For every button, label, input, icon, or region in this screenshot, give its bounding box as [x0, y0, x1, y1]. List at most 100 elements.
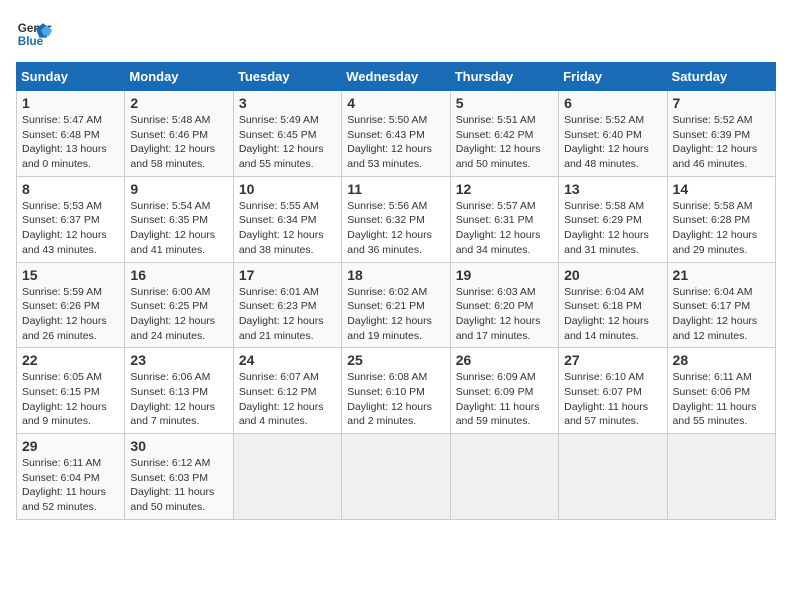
calendar-cell [450, 434, 558, 520]
day-info: Sunrise: 5:58 AM Sunset: 6:29 PM Dayligh… [564, 199, 661, 258]
calendar-cell: 18 Sunrise: 6:02 AM Sunset: 6:21 PM Dayli… [342, 262, 450, 348]
day-number: 27 [564, 352, 661, 368]
day-info: Sunrise: 5:51 AM Sunset: 6:42 PM Dayligh… [456, 113, 553, 172]
column-header-sunday: Sunday [17, 63, 125, 91]
calendar-cell [342, 434, 450, 520]
calendar-week-2: 8 Sunrise: 5:53 AM Sunset: 6:37 PM Daylig… [17, 176, 776, 262]
day-info: Sunrise: 6:11 AM Sunset: 6:06 PM Dayligh… [673, 370, 770, 429]
calendar-cell: 3 Sunrise: 5:49 AM Sunset: 6:45 PM Daylig… [233, 91, 341, 177]
day-number: 2 [130, 95, 227, 111]
day-number: 18 [347, 267, 444, 283]
day-number: 28 [673, 352, 770, 368]
calendar-cell: 13 Sunrise: 5:58 AM Sunset: 6:29 PM Dayli… [559, 176, 667, 262]
calendar-cell: 19 Sunrise: 6:03 AM Sunset: 6:20 PM Dayli… [450, 262, 558, 348]
day-info: Sunrise: 5:55 AM Sunset: 6:34 PM Dayligh… [239, 199, 336, 258]
day-number: 21 [673, 267, 770, 283]
day-info: Sunrise: 6:03 AM Sunset: 6:20 PM Dayligh… [456, 285, 553, 344]
calendar-cell [667, 434, 775, 520]
calendar-table: SundayMondayTuesdayWednesdayThursdayFrid… [16, 62, 776, 520]
day-number: 24 [239, 352, 336, 368]
day-info: Sunrise: 5:58 AM Sunset: 6:28 PM Dayligh… [673, 199, 770, 258]
day-number: 10 [239, 181, 336, 197]
calendar-cell: 8 Sunrise: 5:53 AM Sunset: 6:37 PM Daylig… [17, 176, 125, 262]
day-info: Sunrise: 6:10 AM Sunset: 6:07 PM Dayligh… [564, 370, 661, 429]
day-info: Sunrise: 5:54 AM Sunset: 6:35 PM Dayligh… [130, 199, 227, 258]
day-number: 4 [347, 95, 444, 111]
day-number: 26 [456, 352, 553, 368]
day-info: Sunrise: 6:04 AM Sunset: 6:18 PM Dayligh… [564, 285, 661, 344]
day-info: Sunrise: 5:52 AM Sunset: 6:39 PM Dayligh… [673, 113, 770, 172]
calendar-cell: 22 Sunrise: 6:05 AM Sunset: 6:15 PM Dayli… [17, 348, 125, 434]
day-info: Sunrise: 6:08 AM Sunset: 6:10 PM Dayligh… [347, 370, 444, 429]
day-info: Sunrise: 6:12 AM Sunset: 6:03 PM Dayligh… [130, 456, 227, 515]
day-number: 5 [456, 95, 553, 111]
calendar-cell: 5 Sunrise: 5:51 AM Sunset: 6:42 PM Daylig… [450, 91, 558, 177]
day-number: 29 [22, 438, 119, 454]
day-info: Sunrise: 5:50 AM Sunset: 6:43 PM Dayligh… [347, 113, 444, 172]
calendar-cell: 7Sunrise: 5:52 AM Sunset: 6:39 PM Daylig… [667, 91, 775, 177]
column-header-saturday: Saturday [667, 63, 775, 91]
calendar-week-1: 1 Sunrise: 5:47 AM Sunset: 6:48 PM Daylig… [17, 91, 776, 177]
day-number: 19 [456, 267, 553, 283]
column-header-tuesday: Tuesday [233, 63, 341, 91]
day-number: 15 [22, 267, 119, 283]
calendar-cell: 16 Sunrise: 6:00 AM Sunset: 6:25 PM Dayli… [125, 262, 233, 348]
page-header: General Blue [16, 16, 776, 52]
calendar-cell: 4 Sunrise: 5:50 AM Sunset: 6:43 PM Daylig… [342, 91, 450, 177]
calendar-cell: 6 Sunrise: 5:52 AM Sunset: 6:40 PM Daylig… [559, 91, 667, 177]
day-info: Sunrise: 5:49 AM Sunset: 6:45 PM Dayligh… [239, 113, 336, 172]
calendar-cell: 20Sunrise: 6:04 AM Sunset: 6:18 PM Dayli… [559, 262, 667, 348]
day-number: 25 [347, 352, 444, 368]
calendar-cell [559, 434, 667, 520]
calendar-cell: 14 Sunrise: 5:58 AM Sunset: 6:28 PM Dayli… [667, 176, 775, 262]
day-number: 1 [22, 95, 119, 111]
calendar-cell [233, 434, 341, 520]
day-number: 3 [239, 95, 336, 111]
day-number: 6 [564, 95, 661, 111]
calendar-cell: 23 Sunrise: 6:06 AM Sunset: 6:13 PM Dayli… [125, 348, 233, 434]
day-number: 13 [564, 181, 661, 197]
day-info: Sunrise: 6:11 AM Sunset: 6:04 PM Dayligh… [22, 456, 119, 515]
logo-icon: General Blue [16, 16, 52, 52]
calendar-cell: 17 Sunrise: 6:01 AM Sunset: 6:23 PM Dayli… [233, 262, 341, 348]
day-info: Sunrise: 6:07 AM Sunset: 6:12 PM Dayligh… [239, 370, 336, 429]
column-header-wednesday: Wednesday [342, 63, 450, 91]
day-info: Sunrise: 5:56 AM Sunset: 6:32 PM Dayligh… [347, 199, 444, 258]
day-number: 9 [130, 181, 227, 197]
day-number: 14 [673, 181, 770, 197]
day-number: 11 [347, 181, 444, 197]
day-info: Sunrise: 6:05 AM Sunset: 6:15 PM Dayligh… [22, 370, 119, 429]
day-info: Sunrise: 6:00 AM Sunset: 6:25 PM Dayligh… [130, 285, 227, 344]
day-info: Sunrise: 6:06 AM Sunset: 6:13 PM Dayligh… [130, 370, 227, 429]
calendar-cell: 21 Sunrise: 6:04 AM Sunset: 6:17 PM Dayli… [667, 262, 775, 348]
day-number: 30 [130, 438, 227, 454]
calendar-cell: 9 Sunrise: 5:54 AM Sunset: 6:35 PM Daylig… [125, 176, 233, 262]
day-number: 23 [130, 352, 227, 368]
day-info: Sunrise: 5:48 AM Sunset: 6:46 PM Dayligh… [130, 113, 227, 172]
calendar-week-3: 15 Sunrise: 5:59 AM Sunset: 6:26 PM Dayli… [17, 262, 776, 348]
day-info: Sunrise: 6:01 AM Sunset: 6:23 PM Dayligh… [239, 285, 336, 344]
calendar-cell: 10 Sunrise: 5:55 AM Sunset: 6:34 PM Dayli… [233, 176, 341, 262]
day-number: 17 [239, 267, 336, 283]
day-number: 22 [22, 352, 119, 368]
calendar-cell: 30 Sunrise: 6:12 AM Sunset: 6:03 PM Dayli… [125, 434, 233, 520]
calendar-cell: 27 Sunrise: 6:10 AM Sunset: 6:07 PM Dayli… [559, 348, 667, 434]
calendar-cell: 15 Sunrise: 5:59 AM Sunset: 6:26 PM Dayli… [17, 262, 125, 348]
day-number: 8 [22, 181, 119, 197]
day-info: Sunrise: 5:47 AM Sunset: 6:48 PM Dayligh… [22, 113, 119, 172]
calendar-cell: 12Sunrise: 5:57 AM Sunset: 6:31 PM Dayli… [450, 176, 558, 262]
calendar-cell: 2 Sunrise: 5:48 AM Sunset: 6:46 PM Daylig… [125, 91, 233, 177]
column-header-friday: Friday [559, 63, 667, 91]
day-info: Sunrise: 6:02 AM Sunset: 6:21 PM Dayligh… [347, 285, 444, 344]
calendar-cell: 29 Sunrise: 6:11 AM Sunset: 6:04 PM Dayli… [17, 434, 125, 520]
day-info: Sunrise: 6:04 AM Sunset: 6:17 PM Dayligh… [673, 285, 770, 344]
day-info: Sunrise: 5:52 AM Sunset: 6:40 PM Dayligh… [564, 113, 661, 172]
day-number: 16 [130, 267, 227, 283]
day-info: Sunrise: 5:53 AM Sunset: 6:37 PM Dayligh… [22, 199, 119, 258]
day-info: Sunrise: 5:59 AM Sunset: 6:26 PM Dayligh… [22, 285, 119, 344]
calendar-cell: 1 Sunrise: 5:47 AM Sunset: 6:48 PM Daylig… [17, 91, 125, 177]
calendar-week-5: 29 Sunrise: 6:11 AM Sunset: 6:04 PM Dayli… [17, 434, 776, 520]
calendar-cell: 24 Sunrise: 6:07 AM Sunset: 6:12 PM Dayli… [233, 348, 341, 434]
day-info: Sunrise: 6:09 AM Sunset: 6:09 PM Dayligh… [456, 370, 553, 429]
column-header-monday: Monday [125, 63, 233, 91]
